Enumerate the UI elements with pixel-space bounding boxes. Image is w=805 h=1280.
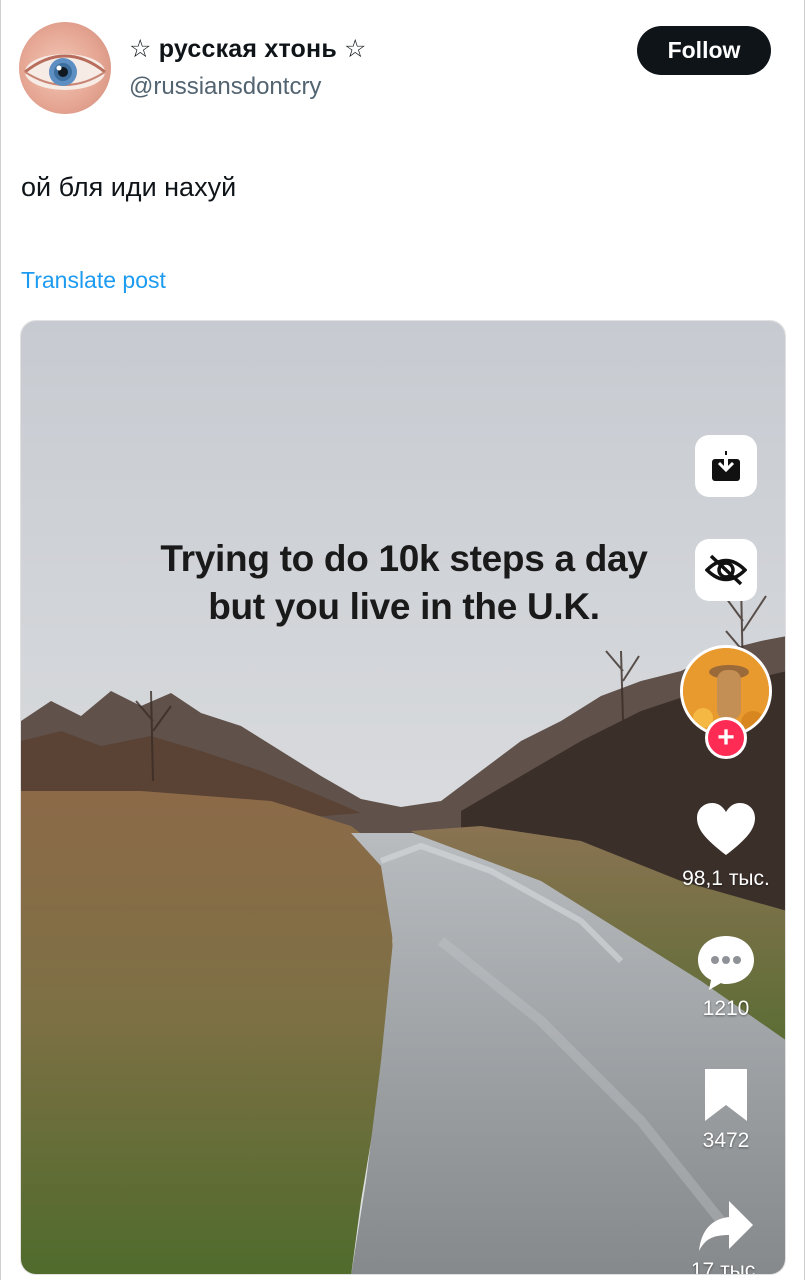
post-media[interactable]: Trying to do 10k steps a day but you liv…	[20, 320, 786, 1275]
post-card: ☆ русская хтонь ☆ @russiansdontcry Follo…	[0, 0, 805, 1280]
bookmark-icon[interactable]	[703, 1067, 749, 1123]
share-icon[interactable]	[697, 1199, 755, 1253]
comment-icon[interactable]	[695, 933, 757, 993]
hide-icon	[705, 554, 747, 586]
saves-count: 3472	[702, 1129, 750, 1152]
post-text: ой бля иди нахуй	[21, 172, 237, 202]
eye-icon	[24, 54, 106, 90]
avatar[interactable]	[19, 22, 111, 114]
translate-post-link[interactable]: Translate post	[21, 267, 166, 294]
follow-button[interactable]: Follow	[637, 26, 771, 75]
comments-count: 1210	[702, 997, 750, 1020]
follow-creator-button[interactable]: +	[705, 717, 747, 759]
caption-line-1: Trying to do 10k steps a day	[160, 538, 648, 579]
download-icon	[712, 451, 740, 481]
display-name[interactable]: ☆ русская хтонь ☆	[129, 34, 367, 64]
likes-count: 98,1 тыс.	[682, 867, 770, 890]
hide-button[interactable]	[695, 539, 757, 601]
plus-icon: +	[717, 721, 735, 754]
shares-count: 17 тыс.	[690, 1259, 762, 1275]
heart-icon[interactable]	[695, 801, 757, 857]
user-handle[interactable]: @russiansdontcry	[129, 73, 321, 101]
video-caption: Trying to do 10k steps a day but you liv…	[21, 535, 785, 631]
download-button[interactable]	[695, 435, 757, 497]
caption-line-2: but you live in the U.K.	[208, 586, 600, 627]
